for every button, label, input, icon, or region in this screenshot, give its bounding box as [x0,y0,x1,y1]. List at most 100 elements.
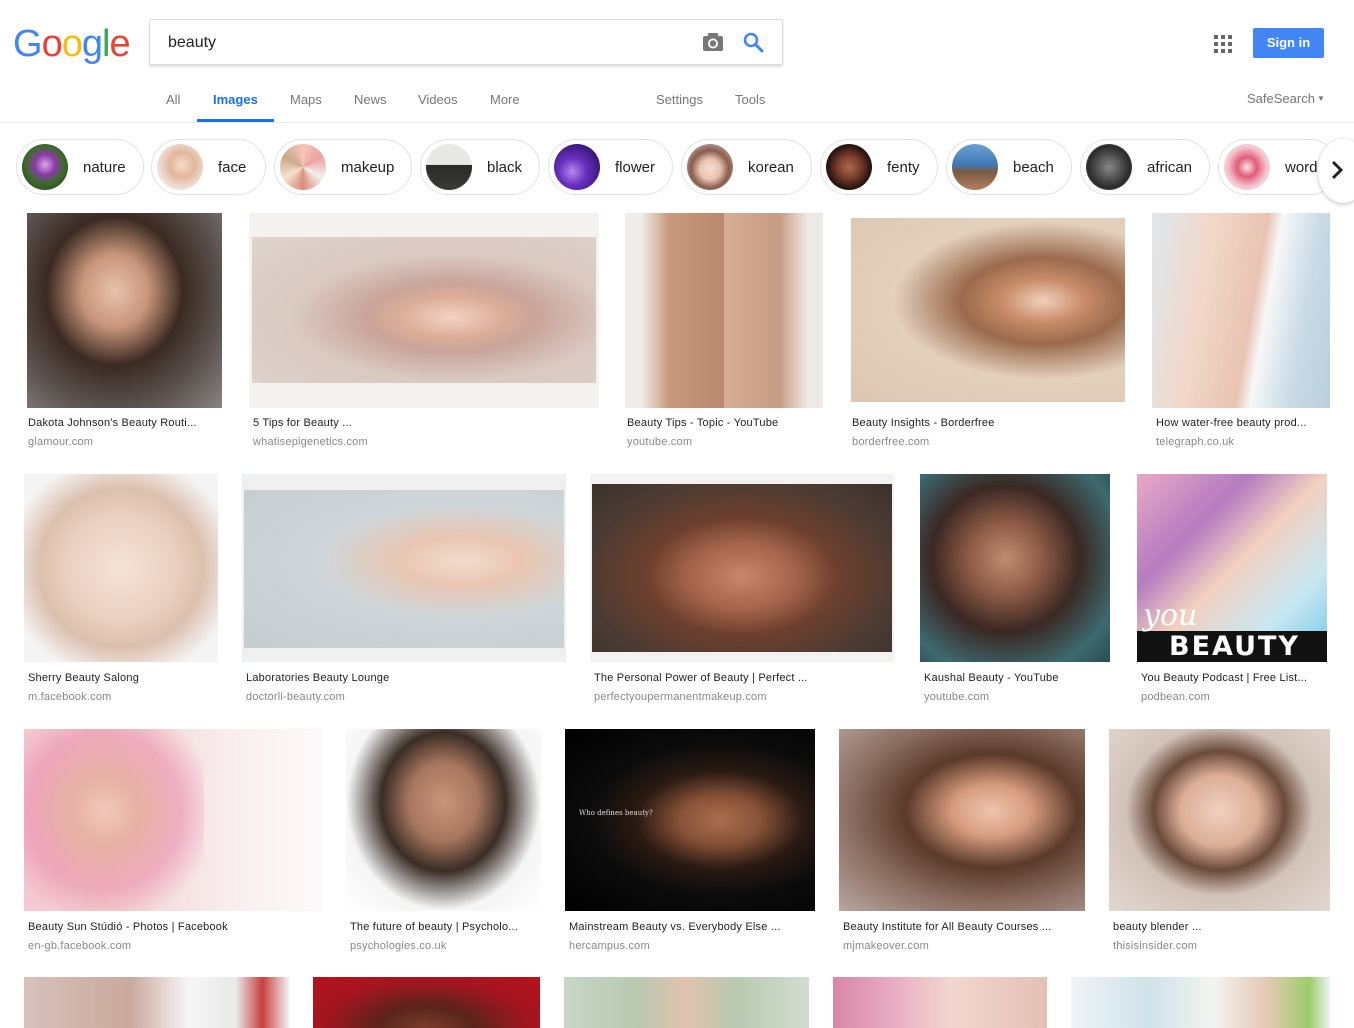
result-title[interactable]: Beauty Insights - Borderfree [852,417,1126,429]
chip-label: face [218,159,247,176]
tab-settings[interactable]: Settings [656,92,703,108]
google-logo[interactable]: Google [13,22,131,66]
result-source: youtube.com [924,691,990,703]
tab-maps[interactable]: Maps [290,92,322,108]
image-result[interactable]: Beauty Sun Stúdió - Photos | Facebook en… [24,729,322,959]
chip-korean[interactable]: korean [681,139,812,195]
logo-letter: G [13,23,43,65]
image-result[interactable]: Beauty Institute for All Beauty Courses … [839,729,1085,959]
result-image-accent [24,729,204,911]
chip-label: beach [1013,159,1054,176]
result-source: perfectyoupermanentmakeup.com [594,691,767,703]
caret-down-icon: ▼ [1316,94,1325,103]
result-title[interactable]: beauty blender ... [1113,921,1328,933]
chip-thumb [554,144,600,190]
chip-thumb [157,144,203,190]
result-thumbnail[interactable] [565,729,815,911]
sign-in-button[interactable]: Sign in [1253,28,1324,58]
image-result-partial[interactable] [833,977,1047,1028]
result-title[interactable]: The Personal Power of Beauty | Perfect .… [594,672,892,684]
result-source: hercampus.com [569,940,650,952]
image-result[interactable]: How water-free beauty prod... telegraph.… [1152,213,1330,453]
result-thumbnail[interactable] [625,213,823,408]
chip-thumb [426,144,472,190]
image-result[interactable]: Kaushal Beauty - YouTube youtube.com [920,474,1110,708]
result-thumbnail[interactable] [27,213,222,408]
result-title[interactable]: Sherry Beauty Salong [28,672,216,684]
search-input[interactable] [166,29,690,57]
image-result-partial[interactable] [24,977,289,1028]
image-result[interactable]: 5 Tips for Beauty ... whatisepigenetics.… [249,213,599,453]
chip-nature[interactable]: nature [16,139,144,195]
image-result[interactable]: Sherry Beauty Salong m.facebook.com [24,474,218,708]
result-source: m.facebook.com [28,691,112,703]
image-result[interactable]: beauty blender ... thisisinsider.com [1109,729,1330,959]
result-title[interactable]: Beauty Tips - Topic - YouTube [627,417,821,429]
result-title[interactable]: You Beauty Podcast | Free List... [1141,672,1325,684]
camera-icon[interactable] [702,32,724,52]
result-image-area [592,484,892,652]
image-result[interactable]: Beauty Tips - Topic - YouTube youtube.co… [623,213,823,453]
apps-grid-icon[interactable] [1214,35,1232,53]
search-box[interactable] [149,19,783,65]
result-source: podbean.com [1141,691,1210,703]
image-result[interactable]: Who defines beauty? Mainstream Beauty vs… [565,729,815,959]
result-source: glamour.com [28,436,94,448]
image-result[interactable]: Laboratories Beauty Lounge doctorli-beau… [242,474,566,708]
result-thumbnail[interactable] [1152,213,1330,408]
result-title[interactable]: Dakota Johnson's Beauty Routi... [28,417,218,429]
chip-thumb [1086,144,1132,190]
chip-black[interactable]: black [420,139,540,195]
header-divider [0,122,1354,123]
tab-tools[interactable]: Tools [735,92,765,108]
image-result[interactable]: you BEAUTY You Beauty Podcast | Free Lis… [1137,474,1327,708]
search-icon[interactable] [742,31,764,53]
result-thumbnail[interactable] [920,474,1110,662]
chip-label: black [487,159,523,176]
image-result-partial[interactable] [1071,977,1330,1028]
result-thumbnail[interactable] [346,729,541,911]
logo-letter: l [101,23,111,65]
result-title[interactable]: Kaushal Beauty - YouTube [924,672,1108,684]
chip-thumb [22,144,68,190]
tab-more[interactable]: More [490,92,520,108]
tab-all[interactable]: All [166,92,180,108]
result-thumbnail[interactable] [851,218,1125,402]
logo-letter: o [41,23,63,65]
podcast-you-text: you [1143,598,1198,633]
safesearch-dropdown[interactable]: SafeSearch ▼ [1247,91,1325,106]
chip-fenty[interactable]: fenty [820,139,938,195]
result-title[interactable]: The future of beauty | Psycholo... [350,921,539,933]
result-thumbnail[interactable] [1109,729,1330,911]
tab-images[interactable]: Images [213,92,258,108]
image-result-partial[interactable] [564,977,809,1028]
chip-label: fenty [887,159,920,176]
image-result-partial[interactable] [313,977,540,1028]
result-title[interactable]: 5 Tips for Beauty ... [253,417,593,429]
result-source: borderfree.com [852,436,930,448]
result-thumbnail[interactable] [24,474,218,662]
chip-label: word [1285,159,1318,176]
image-result[interactable]: The future of beauty | Psycholo... psych… [346,729,541,959]
tab-news[interactable]: News [354,92,387,108]
result-thumbnail[interactable] [839,729,1085,911]
result-title[interactable]: Laboratories Beauty Lounge [246,672,564,684]
image-result[interactable]: The Personal Power of Beauty | Perfect .… [590,474,894,708]
chip-makeup[interactable]: makeup [274,139,412,195]
result-image-area [252,237,596,383]
image-result[interactable]: Dakota Johnson's Beauty Routi... glamour… [24,213,224,453]
chip-label: african [1147,159,1193,176]
result-title[interactable]: How water-free beauty prod... [1156,417,1328,429]
image-caption-text: Who defines beauty? [579,809,653,817]
image-result[interactable]: Beauty Insights - Borderfree borderfree.… [848,213,1128,453]
result-title[interactable]: Beauty Sun Stúdió - Photos | Facebook [28,921,320,933]
chip-african[interactable]: african [1080,139,1210,195]
result-source: mjmakeover.com [843,940,929,952]
chip-label: makeup [341,159,395,176]
chip-flower[interactable]: flower [548,139,673,195]
tab-videos[interactable]: Videos [418,92,458,108]
result-title[interactable]: Beauty Institute for All Beauty Courses … [843,921,1083,933]
chip-face[interactable]: face [151,139,266,195]
result-title[interactable]: Mainstream Beauty vs. Everybody Else ... [569,921,813,933]
chip-beach[interactable]: beach [946,139,1072,195]
